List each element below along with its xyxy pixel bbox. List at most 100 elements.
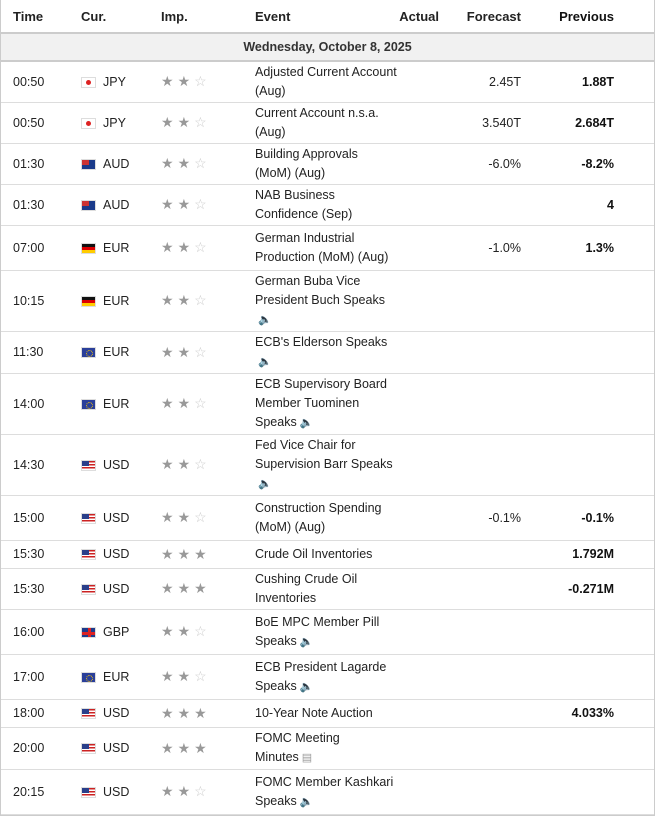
col-time[interactable]: Time: [1, 0, 80, 34]
star-filled-icon: ★: [161, 668, 174, 684]
event-name[interactable]: FOMC Member Kashkari Speaks: [255, 775, 393, 808]
actual-value: [398, 225, 440, 271]
star-empty-icon: ☆: [194, 343, 207, 360]
importance-stars: ★ ★ ☆: [160, 769, 254, 815]
event-name[interactable]: Current Account n.s.a. (Aug): [255, 106, 379, 139]
previous-value: 1.792M: [529, 540, 654, 569]
table-row[interactable]: 00:50 JPY ★ ★ ☆ Current Account n.s.a. (Au…: [1, 102, 654, 144]
date-row: Wednesday, October 8, 2025: [1, 33, 654, 62]
table-row[interactable]: 00:50 JPY ★ ★ ☆ Adjusted Current Account (…: [1, 61, 654, 103]
currency-code: USD: [103, 784, 130, 799]
previous-value: [529, 331, 654, 374]
table-row[interactable]: 15:30 USD ★ ★ ★ Cushing Crude Oil Inventor…: [1, 568, 654, 610]
table-row[interactable]: 01:30 AUD ★ ★ ☆ Building Approvals (MoM) (…: [1, 143, 654, 185]
table-row[interactable]: 14:00 EUR ★ ★ ☆ ECB Supervisory Board Memb…: [1, 373, 654, 435]
event-time: 00:50: [1, 102, 80, 144]
forecast-value: [440, 568, 529, 610]
event-time: 17:00: [1, 654, 80, 700]
table-row[interactable]: 15:00 USD ★ ★ ☆ Construction Spending (MoM…: [1, 495, 654, 541]
previous-value: [529, 727, 654, 770]
currency-cell: EUR: [80, 225, 160, 271]
flag-icon: [81, 158, 96, 170]
importance-stars: ★ ★ ☆: [160, 102, 254, 144]
flag-icon: [81, 786, 96, 798]
table-row[interactable]: 17:00 EUR ★ ★ ☆ ECB President Lagarde Spea…: [1, 654, 654, 700]
importance-stars: ★ ★ ☆: [160, 143, 254, 185]
event-name[interactable]: ECB's Elderson Speaks: [255, 335, 387, 349]
table-row[interactable]: 15:30 USD ★ ★ ★ Crude Oil Inventories 1.79…: [1, 540, 654, 569]
star-filled-icon: ★: [161, 395, 174, 411]
star-filled-icon: ★: [161, 73, 174, 89]
table-row[interactable]: 01:30 AUD ★ ★ ☆ NAB Business Confidence (S…: [1, 184, 654, 226]
previous-value: 2.684T: [529, 102, 654, 144]
previous-value: -8.2%: [529, 143, 654, 185]
currency-cell: USD: [80, 769, 160, 815]
star-filled-icon: ★: [161, 704, 174, 721]
event-cell: FOMC Meeting Minutes ▤: [254, 727, 398, 770]
forecast-value: [440, 373, 529, 435]
event-name[interactable]: Fed Vice Chair for Supervision Barr Spea…: [255, 438, 393, 471]
event-name[interactable]: 10-Year Note Auction: [255, 706, 373, 720]
table-row[interactable]: 11:30 EUR ★ ★ ☆ ECB's Elderson Speaks🔈: [1, 331, 654, 374]
table-row[interactable]: 20:15 USD ★ ★ ☆ FOMC Member Kashkari Speak…: [1, 769, 654, 815]
event-name[interactable]: Crude Oil Inventories: [255, 547, 372, 561]
event-name[interactable]: FOMC Meeting Minutes: [255, 731, 340, 764]
event-name[interactable]: BoE MPC Member Pill Speaks: [255, 615, 379, 648]
importance-stars: ★ ★ ★: [160, 727, 254, 770]
event-time: 20:15: [1, 769, 80, 815]
table-row[interactable]: 18:00 USD ★ ★ ★ 10-Year Note Auction 4.033…: [1, 699, 654, 728]
col-currency[interactable]: Cur.: [80, 0, 160, 34]
event-name[interactable]: Construction Spending (MoM) (Aug): [255, 501, 381, 534]
actual-value: [398, 609, 440, 655]
event-name[interactable]: German Industrial Production (MoM) (Aug): [255, 231, 388, 264]
currency-code: USD: [103, 706, 130, 720]
col-importance[interactable]: Imp.: [160, 0, 254, 34]
importance-stars: ★ ★ ☆: [160, 184, 254, 226]
table-header: Time Cur. Imp. Event Actual Forecast Pre…: [1, 0, 654, 34]
event-name[interactable]: Cushing Crude Oil Inventories: [255, 572, 357, 605]
event-name[interactable]: ECB Supervisory Board Member Tuominen Sp…: [255, 377, 387, 429]
event-name[interactable]: Adjusted Current Account (Aug): [255, 65, 397, 98]
event-name[interactable]: German Buba Vice President Buch Speaks: [255, 274, 385, 307]
star-filled-icon: ★: [177, 668, 191, 684]
table-row[interactable]: 16:00 GBP ★ ★ ☆ BoE MPC Member Pill Speaks…: [1, 609, 654, 655]
actual-value: [398, 434, 440, 496]
table-row[interactable]: 14:30 USD ★ ★ ☆ Fed Vice Chair for Supervi…: [1, 434, 654, 496]
currency-cell: USD: [80, 540, 160, 569]
event-cell: NAB Business Confidence (Sep): [254, 184, 398, 226]
flag-icon: [81, 459, 96, 471]
event-name[interactable]: ECB President Lagarde Speaks: [255, 660, 386, 693]
currency-code: AUD: [103, 156, 130, 171]
forecast-value: [440, 727, 529, 770]
importance-stars: ★ ★ ☆: [160, 373, 254, 435]
col-previous[interactable]: Previous: [529, 0, 654, 34]
flag-icon: [81, 512, 96, 524]
actual-value: [398, 727, 440, 770]
currency-cell: USD: [80, 568, 160, 610]
currency-cell: JPY: [80, 102, 160, 144]
col-event[interactable]: Event: [254, 0, 398, 34]
actual-value: [398, 373, 440, 435]
star-empty-icon: ☆: [194, 114, 207, 130]
table-row[interactable]: 20:00 USD ★ ★ ★ FOMC Meeting Minutes ▤: [1, 727, 654, 770]
forecast-value: [440, 654, 529, 700]
currency-cell: USD: [80, 699, 160, 728]
star-empty-icon: ☆: [194, 239, 207, 255]
star-filled-icon: ★: [194, 545, 207, 562]
table-row[interactable]: 07:00 EUR ★ ★ ☆ German Industrial Producti…: [1, 225, 654, 271]
document-icon: ▤: [301, 752, 313, 764]
actual-value: [398, 143, 440, 185]
actual-value: [398, 270, 440, 332]
flag-icon: [81, 743, 96, 755]
star-filled-icon: ★: [161, 739, 174, 756]
forecast-value: 3.540T: [440, 102, 529, 144]
importance-stars: ★ ★ ☆: [160, 495, 254, 541]
actual-value: [398, 495, 440, 541]
event-name[interactable]: NAB Business Confidence (Sep): [255, 188, 352, 221]
table-row[interactable]: 10:15 EUR ★ ★ ☆ German Buba Vice President…: [1, 270, 654, 332]
currency-cell: USD: [80, 434, 160, 496]
event-cell: Building Approvals (MoM) (Aug): [254, 143, 398, 185]
col-forecast[interactable]: Forecast: [440, 0, 529, 34]
col-actual[interactable]: Actual: [398, 0, 440, 34]
event-name[interactable]: Building Approvals (MoM) (Aug): [255, 147, 358, 180]
